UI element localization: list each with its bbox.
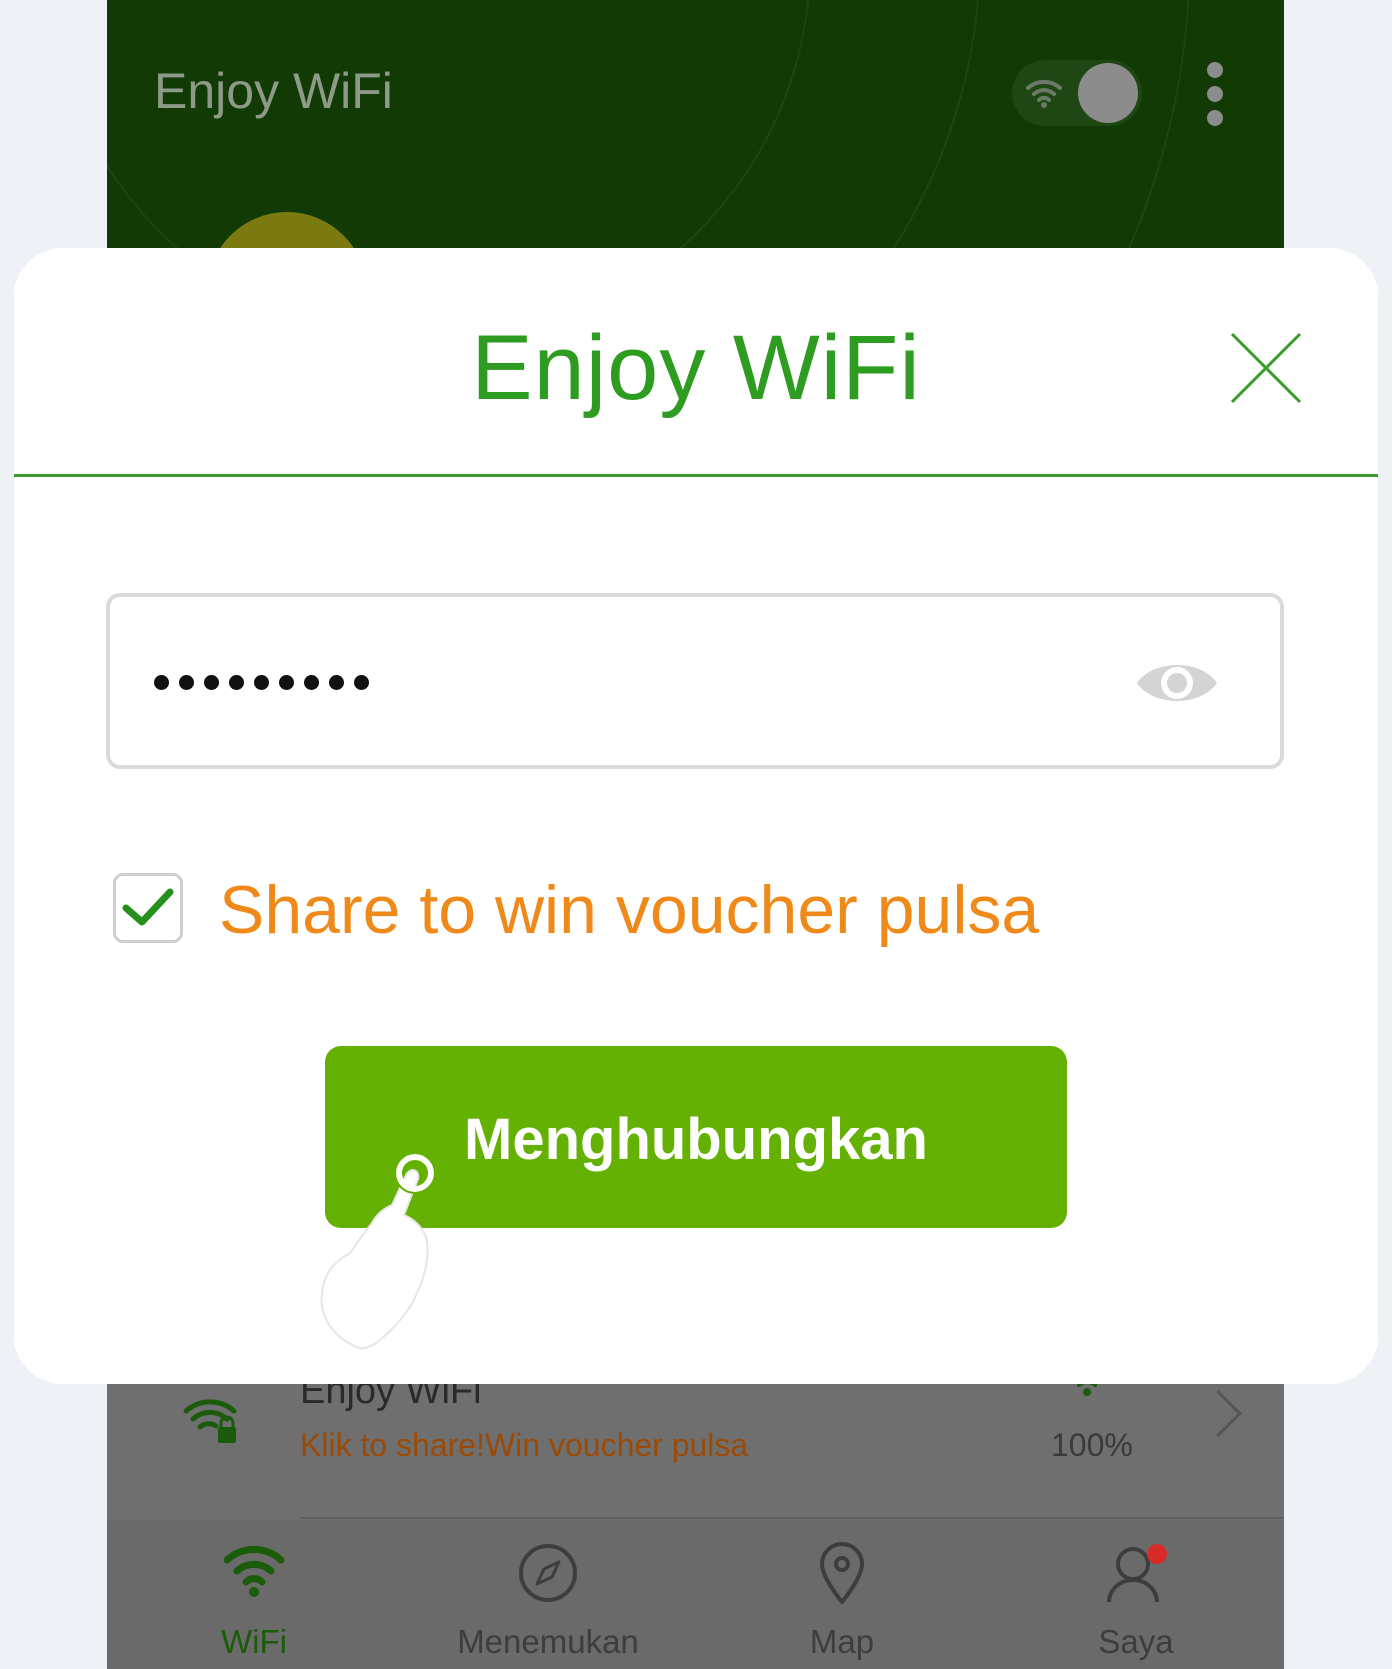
wifi-icon — [223, 1546, 285, 1597]
dialog-title: Enjoy WiFi — [471, 317, 921, 419]
check-icon — [122, 888, 174, 926]
network-subtitle: Klik to share!Win voucher pulsa — [300, 1427, 749, 1463]
connect-dialog: Enjoy WiFi Share to win voucher pulsa Me… — [14, 248, 1378, 1384]
tap-hand-icon — [320, 1153, 436, 1350]
show-password-eye-icon[interactable] — [1135, 653, 1219, 713]
divider — [300, 1517, 1284, 1519]
wifi-icon — [1026, 79, 1062, 108]
tab-label: Map — [809, 1623, 875, 1660]
tab-label: Menemukan — [457, 1623, 639, 1660]
tab-label: WiFi — [221, 1623, 287, 1660]
close-button[interactable] — [1226, 328, 1306, 408]
signal-strength: 100% — [1051, 1427, 1133, 1463]
password-masked-value — [154, 647, 369, 717]
share-checkbox[interactable] — [113, 873, 183, 943]
compass-icon — [519, 1544, 577, 1602]
close-icon — [1230, 332, 1302, 404]
toggle-knob — [1078, 63, 1138, 123]
tab-label: Saya — [1098, 1623, 1174, 1660]
share-checkbox-label[interactable]: Share to win voucher pulsa — [219, 871, 1039, 949]
notification-dot — [1147, 1544, 1167, 1564]
bottom-tab-bar: WiFi Menemukan Map Saya — [107, 1520, 1284, 1669]
wifi-toggle[interactable] — [1012, 60, 1142, 126]
tab-saya[interactable]: Saya — [989, 1520, 1283, 1669]
more-menu-icon[interactable] — [1205, 62, 1225, 126]
user-icon — [1107, 1544, 1167, 1603]
password-field[interactable] — [106, 593, 1284, 769]
map-pin-icon — [820, 1542, 864, 1604]
app-title: Enjoy WiFi — [154, 63, 393, 119]
tab-wifi[interactable]: WiFi — [107, 1520, 401, 1669]
title-divider — [14, 474, 1378, 477]
network-list-item[interactable]: Enjoy WiFi Klik to share!Win voucher pul… — [107, 1365, 1284, 1520]
app-header: Enjoy WiFi — [107, 0, 1284, 260]
chevron-right-icon — [1195, 1390, 1242, 1437]
tab-menemukan[interactable]: Menemukan — [401, 1520, 695, 1669]
wifi-lock-icon — [183, 1399, 237, 1443]
tab-map[interactable]: Map — [695, 1520, 989, 1669]
